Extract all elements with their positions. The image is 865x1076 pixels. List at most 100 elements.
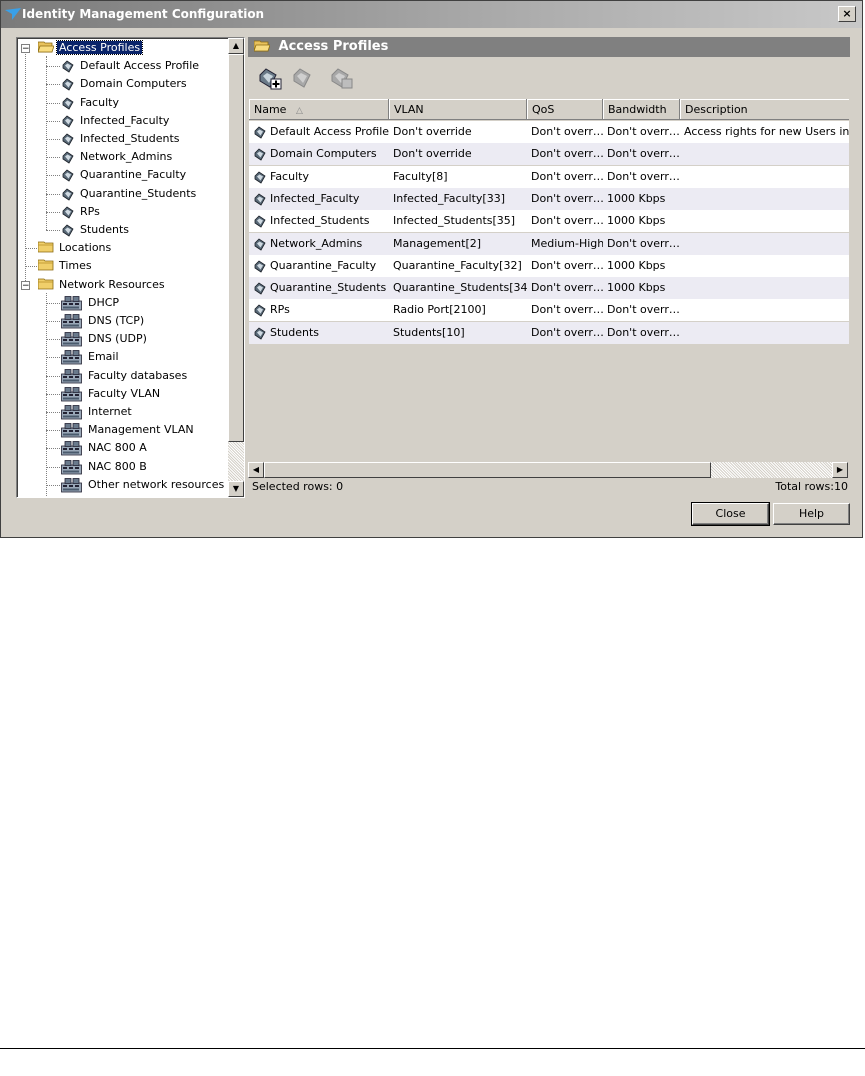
title-bar[interactable]: Identity Management Configuration ×: [1, 1, 862, 28]
delete-profile-button[interactable]: [328, 65, 354, 91]
tree-item-profile[interactable]: Infected_Faculty: [61, 113, 171, 129]
close-button-label: Close: [715, 507, 746, 520]
tree-item-profile[interactable]: Students: [61, 222, 131, 238]
cell-text: Infected_Faculty[33]: [393, 191, 506, 205]
app-logo-icon: [5, 8, 21, 20]
cell-qos: Don't overr…: [527, 166, 603, 188]
edit-profile-button[interactable]: [290, 65, 316, 91]
tree-connector: [46, 376, 60, 377]
table-row[interactable]: RPs Radio Port[2100] Don't overr… Don't ove…: [249, 299, 849, 322]
tree-connector: [46, 139, 60, 140]
network-resource-icon: [61, 349, 82, 364]
tree-item-profile[interactable]: Quarantine_Faculty: [61, 167, 188, 183]
table-row[interactable]: Faculty Faculty[8] Don't overr… Don't overr…: [249, 165, 849, 188]
cell-text: Domain Computers: [270, 147, 377, 161]
scroll-down-button[interactable]: ▼: [228, 481, 244, 497]
cell-text: Don't overr…: [531, 169, 603, 183]
table-row[interactable]: Infected_Faculty Infected_Faculty[33] Don'…: [249, 187, 849, 210]
tree-item-profile[interactable]: Domain Computers: [61, 76, 189, 92]
tree-item-profile[interactable]: Quarantine_Students: [61, 186, 198, 202]
cell-text: Quarantine_Students: [270, 281, 387, 295]
tree-connector: [46, 448, 60, 449]
column-header-vlan[interactable]: VLAN: [389, 99, 527, 120]
table-row[interactable]: Default Access Profile Don't override Don'…: [249, 121, 849, 143]
page-rule: [0, 1048, 865, 1049]
tree-vertical-scrollbar[interactable]: ▲ ▼: [228, 38, 244, 497]
tree-item-resource[interactable]: Email: [61, 349, 121, 365]
cell-bandwidth: 1000 Kbps: [603, 277, 680, 299]
tree-item-profile[interactable]: Default Access Profile: [61, 58, 201, 74]
tree-item-resource[interactable]: DHCP: [61, 295, 121, 311]
scroll-left-button[interactable]: ◀: [248, 462, 264, 478]
table-row[interactable]: Quarantine_Students Quarantine_Students[3…: [249, 277, 849, 300]
tree-item-profile[interactable]: Faculty: [61, 95, 121, 111]
column-header-description[interactable]: Description: [680, 99, 849, 120]
tree-connector: [46, 230, 60, 231]
scroll-thumb[interactable]: [228, 54, 244, 442]
tree-item-resource[interactable]: Faculty databases: [61, 368, 189, 384]
tree-connector: [46, 357, 60, 358]
cell-name: Infected_Students: [249, 210, 389, 232]
table-row[interactable]: Infected_Students Infected_Students[35] Do…: [249, 210, 849, 233]
profiles-table: Name △ VLAN QoS Bandwidth Description De…: [249, 99, 849, 462]
cell-text: 1000 Kbps: [607, 191, 666, 205]
window-close-button[interactable]: ×: [838, 6, 856, 22]
table-row[interactable]: Domain Computers Don't override Don't over…: [249, 143, 849, 166]
tree-item-resource[interactable]: Management VLAN: [61, 422, 196, 438]
column-header-bandwidth[interactable]: Bandwidth: [603, 99, 680, 120]
tree-item-access-profiles[interactable]: Access Profiles: [38, 40, 144, 56]
tree-item-resource[interactable]: NAC 800 A: [61, 440, 149, 456]
column-header-name[interactable]: Name △: [249, 99, 389, 120]
access-profile-icon: [254, 126, 266, 139]
table-row[interactable]: Network_Admins Management[2] Medium-High Do…: [249, 232, 849, 255]
cell-bandwidth: 1000 Kbps: [603, 188, 680, 210]
tree-item-resource[interactable]: Faculty VLAN: [61, 386, 162, 402]
tree-item-resource[interactable]: DNS (UDP): [61, 331, 149, 347]
cell-description: [680, 166, 849, 188]
window-title: Identity Management Configuration: [22, 7, 265, 21]
tree-item-label: Default Access Profile: [80, 59, 200, 72]
tree-item-resource[interactable]: Internet: [61, 404, 134, 420]
access-profile-icon: [254, 237, 266, 251]
tree-item-label: Quarantine_Faculty: [80, 168, 187, 181]
cell-text: Faculty[8]: [393, 169, 448, 183]
help-button[interactable]: Help: [773, 503, 850, 525]
tree-connector: [46, 121, 60, 122]
tree-item-label: NAC 800 B: [88, 460, 147, 473]
table-row[interactable]: Quarantine_Faculty Quarantine_Faculty[32]…: [249, 254, 849, 277]
scroll-right-button[interactable]: ▶: [832, 462, 848, 478]
close-button[interactable]: Close: [691, 502, 770, 526]
cell-qos: Don't overr…: [527, 322, 603, 344]
access-profile-icon: [62, 78, 74, 91]
tree-item-profile[interactable]: RPs: [61, 204, 102, 220]
access-profile-icon: [254, 193, 266, 206]
total-rows-count: Total rows:10: [775, 480, 848, 493]
tree-item-resource[interactable]: Other network resources: [61, 477, 226, 493]
cell-bandwidth: Don't overr…: [603, 299, 680, 321]
tree-item-label: NAC 800 A: [88, 441, 147, 454]
tree-item-network-resources[interactable]: Network Resources: [38, 277, 167, 293]
cell-bandwidth: Don't overr…: [603, 233, 680, 255]
scroll-thumb[interactable]: [264, 462, 711, 478]
scroll-track[interactable]: [264, 462, 832, 478]
tree-item-label: Faculty VLAN: [88, 387, 161, 400]
cell-text: Don't overr…: [607, 147, 680, 161]
expander-network-resources[interactable]: −: [21, 281, 30, 291]
tree-item-resource[interactable]: DNS (TCP): [61, 313, 146, 329]
identity-management-dialog: Identity Management Configuration × − Acc…: [0, 0, 863, 538]
table-horizontal-scrollbar[interactable]: ◀ ▶: [248, 462, 848, 478]
tree-item-profile[interactable]: Infected_Students: [61, 131, 182, 147]
scroll-up-button[interactable]: ▲: [228, 38, 244, 54]
tree-item-resource[interactable]: NAC 800 B: [61, 459, 149, 475]
network-resource-icon: [61, 477, 82, 492]
tree-connector: [46, 394, 60, 395]
tree-item-profile[interactable]: Network_Admins: [61, 149, 174, 165]
tree-item-locations[interactable]: Locations: [38, 240, 113, 256]
column-header-qos[interactable]: QoS: [527, 99, 603, 120]
cell-name: Quarantine_Faculty: [249, 255, 389, 277]
cell-description: [680, 299, 849, 321]
navigation-tree[interactable]: − Access Profiles Default Access Profile Do…: [16, 37, 245, 498]
tree-item-times[interactable]: Times: [38, 258, 94, 274]
add-profile-button[interactable]: [256, 65, 282, 91]
table-row[interactable]: Students Students[10] Don't overr… Don't ov…: [249, 321, 849, 344]
